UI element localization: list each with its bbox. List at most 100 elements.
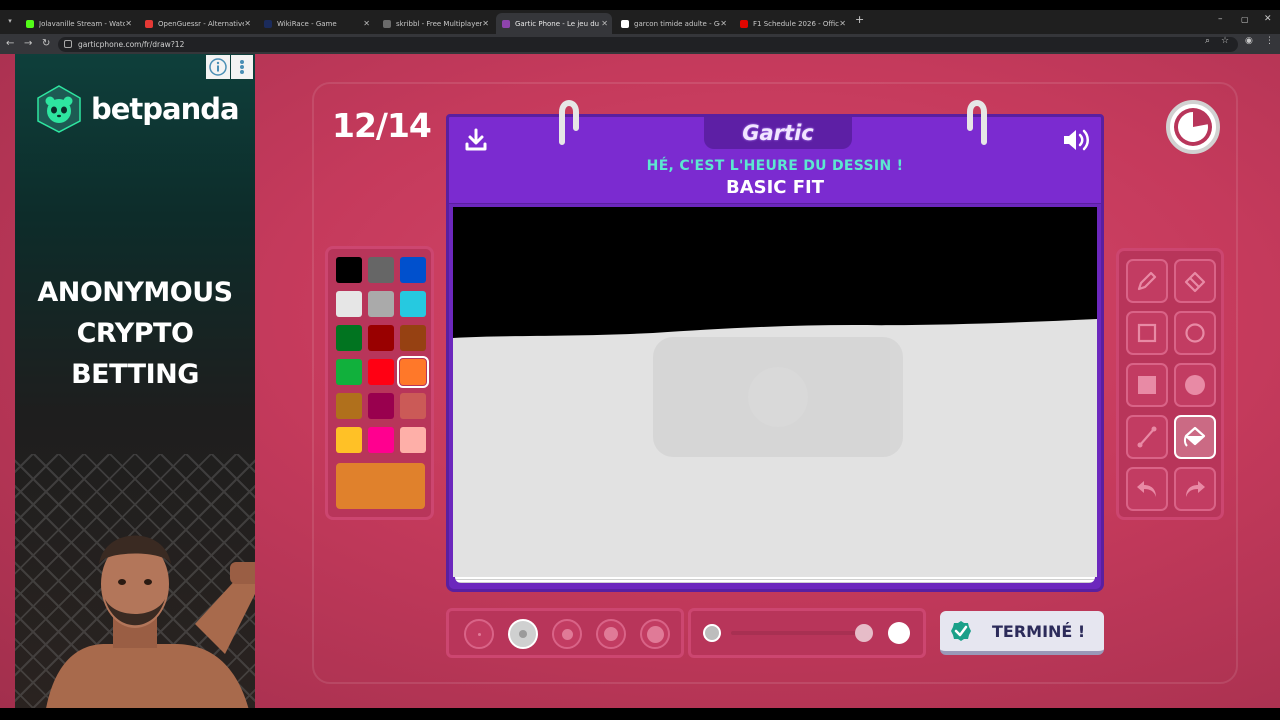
tab-close-icon[interactable]: ✕: [244, 19, 251, 28]
opacity-panel: [688, 608, 926, 658]
tab-title: garcon timide adulte - Google: [634, 19, 720, 28]
eraser-icon: [1184, 271, 1206, 293]
new-tab-icon[interactable]: +: [855, 13, 864, 26]
done-button[interactable]: TERMINÉ !: [940, 611, 1104, 655]
tab-title: WikiRace - Game: [277, 19, 337, 28]
drawing-prompt: BASIC FIT: [725, 177, 825, 198]
ad-banner[interactable]: betpanda ANONYMOUS CRYPTO BETTING: [15, 54, 255, 708]
binder-ring-left: [559, 100, 579, 145]
tab-favicon-icon: [740, 19, 748, 28]
zoom-icon[interactable]: ⌕: [1205, 36, 1210, 46]
tab-close-icon[interactable]: ✕: [482, 19, 489, 28]
brush-size-dot-icon: [561, 628, 573, 640]
ad-menu-icon[interactable]: [231, 55, 253, 79]
drawing-canvas[interactable]: [453, 207, 1097, 577]
gartic-logo: Gartic: [742, 121, 814, 145]
color-swatch[interactable]: [400, 257, 426, 283]
panda-logo-icon: [37, 85, 81, 133]
filled-rectangle-icon: [1138, 376, 1156, 394]
browser-tab[interactable]: Jolavanille Stream - Watch Live✕: [20, 13, 136, 34]
forward-icon[interactable]: →: [24, 36, 32, 52]
logo-tab: Gartic: [704, 117, 852, 149]
browser-tab[interactable]: WikiRace - Game ✕: [258, 13, 374, 34]
back-icon[interactable]: ←: [6, 36, 14, 52]
color-swatch[interactable]: [336, 427, 362, 453]
profile-icon[interactable]: ◉: [1245, 36, 1253, 46]
eraser-tool[interactable]: [1174, 259, 1216, 303]
tab-favicon-icon: [264, 19, 272, 28]
browser-tab[interactable]: Gartic Phone - Le jeu du télépho✕: [496, 13, 612, 34]
color-swatch[interactable]: [368, 427, 394, 453]
opacity-slider-track[interactable]: [731, 631, 871, 635]
brush-size-option[interactable]: [508, 619, 538, 649]
browser-tab[interactable]: F1 Schedule 2026 - Official Cal✕: [734, 13, 850, 34]
rectangle-tool[interactable]: [1126, 311, 1168, 355]
color-swatch[interactable]: [400, 325, 426, 351]
tab-close-icon[interactable]: ✕: [601, 19, 608, 28]
line-tool[interactable]: [1126, 415, 1168, 459]
tab-close-icon[interactable]: ✕: [720, 19, 727, 28]
color-swatch[interactable]: [336, 393, 362, 419]
color-swatch[interactable]: [336, 257, 362, 283]
undo-tool[interactable]: [1126, 467, 1168, 511]
round-counter: 12/14: [332, 106, 432, 145]
filled-ellipse-icon: [1185, 375, 1205, 395]
tab-title: Gartic Phone - Le jeu du télépho: [515, 19, 601, 28]
color-swatch[interactable]: [368, 257, 394, 283]
browser-tab[interactable]: garcon timide adulte - Google✕: [615, 13, 731, 34]
color-swatch[interactable]: [368, 291, 394, 317]
paint-bucket-icon: [1183, 426, 1206, 447]
color-swatch[interactable]: [368, 359, 394, 385]
pencil-icon: [1137, 271, 1157, 291]
brush-size-option[interactable]: [640, 619, 670, 649]
ad-info-icon[interactable]: [206, 55, 230, 79]
browser-tab[interactable]: skribbl - Free Multiplayer Draw✕: [377, 13, 493, 34]
brush-size-option[interactable]: [552, 619, 582, 649]
pencil-tool[interactable]: [1126, 259, 1168, 303]
color-swatch[interactable]: [368, 393, 394, 419]
tab-close-icon[interactable]: ✕: [125, 19, 132, 28]
gartic-phone-watermark-icon: [653, 337, 903, 457]
brush-size-option[interactable]: [464, 619, 494, 649]
color-swatch[interactable]: [368, 325, 394, 351]
maximize-icon[interactable]: ▢: [1241, 15, 1249, 24]
tab-search-icon[interactable]: ▾: [4, 14, 16, 28]
minimize-icon[interactable]: –: [1218, 14, 1223, 24]
tab-title: OpenGuessr - Alternative gratu: [158, 19, 244, 28]
redo-tool[interactable]: [1174, 467, 1216, 511]
browser-toolbar: ← → ↻ garticphone.com/fr/draw?12 ⌕ ☆ ◉ ⋮: [0, 34, 1280, 54]
filled-rectangle-tool[interactable]: [1126, 363, 1168, 407]
color-swatch[interactable]: [397, 356, 429, 388]
color-palette: [325, 246, 434, 520]
filled-ellipse-tool[interactable]: [1174, 363, 1216, 407]
fill-bucket-tool[interactable]: [1174, 415, 1216, 459]
color-swatch[interactable]: [400, 427, 426, 453]
volume-icon[interactable]: [1061, 127, 1091, 153]
tab-favicon-icon: [502, 19, 510, 28]
url-text: garticphone.com/fr/draw?12: [78, 40, 185, 49]
tab-close-icon[interactable]: ✕: [839, 19, 846, 28]
color-swatch[interactable]: [336, 359, 362, 385]
color-swatch[interactable]: [336, 291, 362, 317]
opacity-slider-handle[interactable]: [855, 624, 873, 642]
address-bar[interactable]: garticphone.com/fr/draw?12: [58, 37, 1238, 52]
browser-tab[interactable]: OpenGuessr - Alternative gratu✕: [139, 13, 255, 34]
ellipse-tool[interactable]: [1174, 311, 1216, 355]
bookmark-star-icon[interactable]: ☆: [1221, 36, 1229, 46]
reload-icon[interactable]: ↻: [42, 36, 50, 52]
color-swatch[interactable]: [400, 393, 426, 419]
tab-title: Jolavanille Stream - Watch Live: [39, 19, 125, 28]
game-page: betpanda ANONYMOUS CRYPTO BETTING 12/14: [0, 54, 1280, 708]
close-window-icon[interactable]: ✕: [1264, 14, 1272, 24]
notebook-pages-edge: [455, 577, 1095, 583]
tab-title: F1 Schedule 2026 - Official Cal: [753, 19, 839, 28]
browser-menu-icon[interactable]: ⋮: [1265, 36, 1274, 46]
color-swatch[interactable]: [400, 291, 426, 317]
tab-close-icon[interactable]: ✕: [363, 19, 370, 28]
download-icon[interactable]: [463, 127, 489, 153]
color-swatch[interactable]: [336, 325, 362, 351]
site-info-icon[interactable]: [64, 40, 72, 48]
ad-headline: ANONYMOUS CRYPTO BETTING: [37, 277, 233, 390]
brush-size-option[interactable]: [596, 619, 626, 649]
ad-fighter-image: [46, 535, 255, 708]
